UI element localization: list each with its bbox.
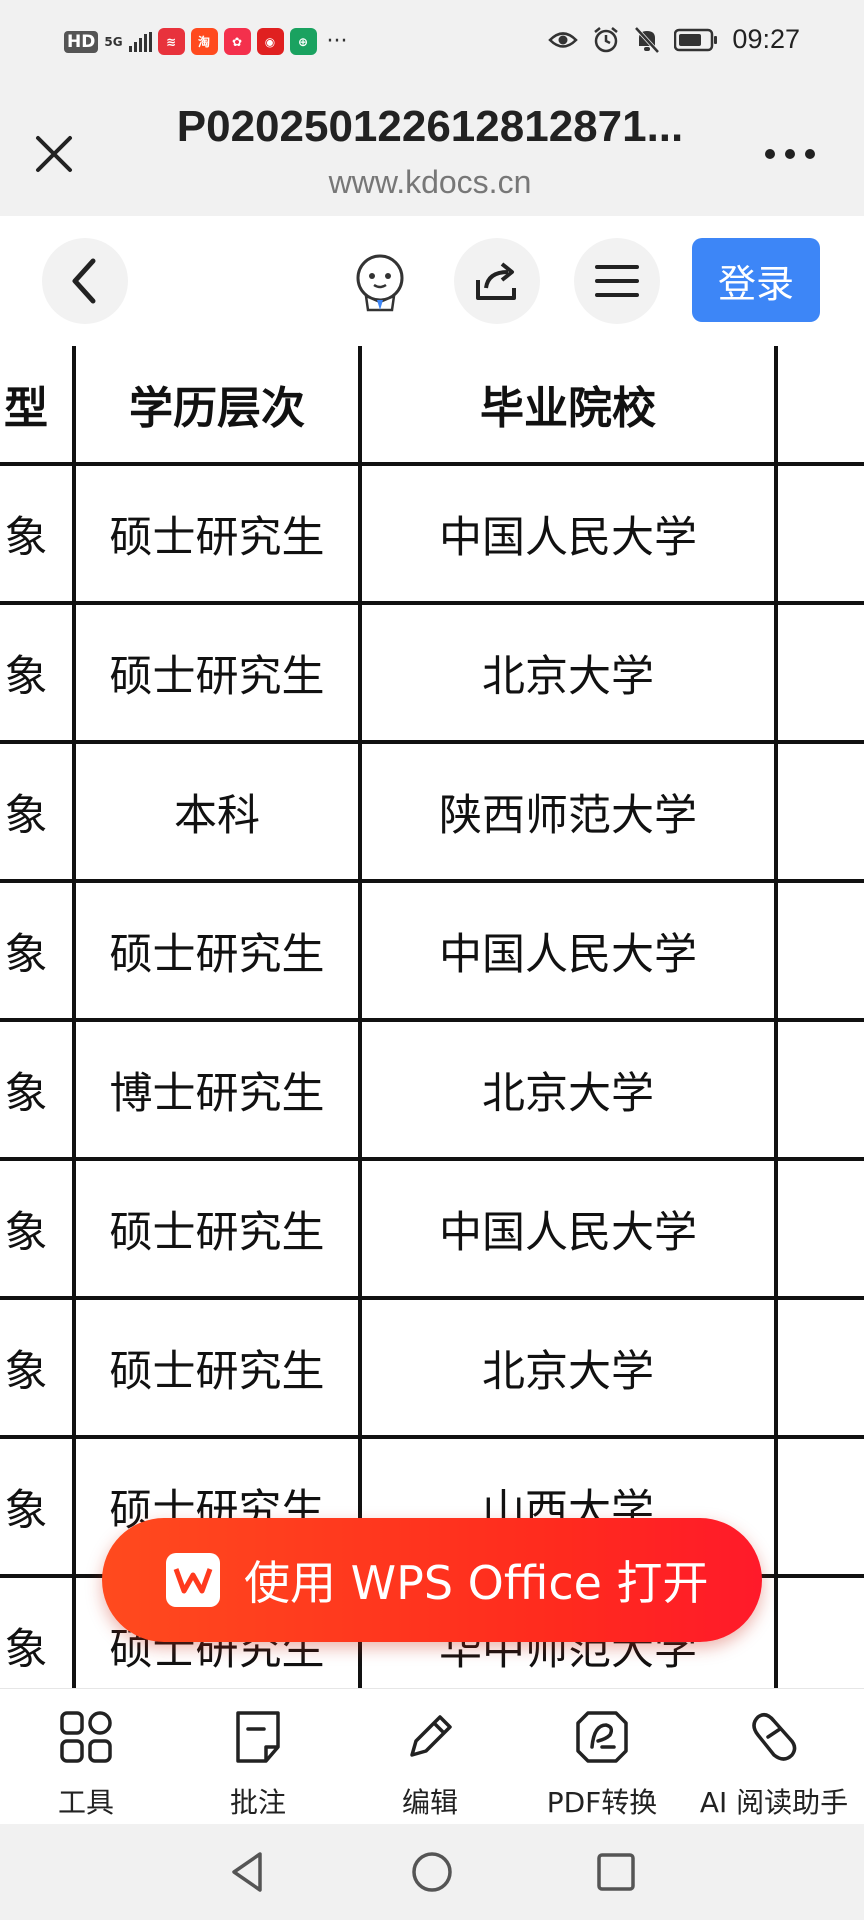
- table-cell: 象: [4, 651, 48, 702]
- table-header-cell: 型: [4, 383, 48, 434]
- app-icon-green: ⊕: [289, 28, 317, 55]
- ai-assistant-icon: [752, 1713, 797, 1761]
- table-cell: 中国人民大学: [439, 1207, 697, 1258]
- wps-logo-icon: [166, 1553, 220, 1607]
- app-icon-red: ≋: [157, 28, 185, 55]
- network-type: 5G: [104, 34, 123, 49]
- hamburger-icon: [595, 265, 639, 297]
- table-cell: 象: [4, 1346, 48, 1397]
- table-cell: 北京大学: [482, 651, 654, 702]
- page-url: www.kdocs.cn: [328, 164, 532, 200]
- status-left: HD 5G ≋ 淘 ✿ ◉ ⊕ ···: [64, 28, 348, 55]
- alarm-icon: [594, 26, 619, 52]
- mascot-icon: [356, 254, 404, 312]
- system-nav-bar: [0, 1824, 864, 1920]
- table-cell: 硕士研究生: [109, 929, 325, 980]
- login-button[interactable]: 登录: [692, 238, 820, 322]
- notification-app-icons: ≋ 淘 ✿ ◉ ⊕: [157, 28, 317, 55]
- clock: 09:27: [732, 24, 800, 54]
- more-notifications-icon: ···: [326, 29, 348, 54]
- table-cell: 象: [4, 1207, 48, 1258]
- table-cell: 博士研究生: [109, 1068, 325, 1119]
- table-cell: 本科: [174, 790, 260, 841]
- table-cell: 象: [4, 929, 48, 980]
- pencil-icon: [410, 1715, 452, 1757]
- tool-tools-label: 工具: [57, 1786, 114, 1819]
- table-cell: 硕士研究生: [109, 512, 325, 563]
- more-icon: [765, 149, 815, 159]
- document-toolbar: 登录: [0, 216, 864, 346]
- chevron-left-icon: [72, 258, 96, 304]
- page-title: P020250122612812871...: [176, 102, 684, 151]
- annotate-note-icon: [236, 1711, 280, 1763]
- tool-annotate[interactable]: 批注: [172, 1689, 344, 1825]
- table-header-cell: [778, 346, 864, 462]
- pdf-convert-icon: [576, 1711, 628, 1763]
- tool-pdf-convert-label: PDF转换: [546, 1786, 658, 1819]
- tool-pdf-convert[interactable]: PDF转换: [516, 1689, 688, 1825]
- bottom-toolbar: 工具 批注 编辑 PDF转换 AI 阅读助手: [0, 1688, 864, 1825]
- share-icon: [476, 262, 516, 300]
- browser-title-bar: P020250122612812871... www.kdocs.cn: [0, 88, 864, 216]
- back-button[interactable]: [42, 238, 128, 324]
- mute-bell-icon: [634, 26, 660, 53]
- table-cell: 象: [4, 1624, 48, 1675]
- close-button[interactable]: [28, 128, 80, 180]
- table-cell: 北京大学: [482, 1068, 654, 1119]
- table-header-cell: 毕业院校: [480, 383, 656, 434]
- table-cell: 中国人民大学: [439, 512, 697, 563]
- table-grid-line: [774, 346, 778, 1688]
- eye-comfort-icon: [548, 31, 579, 48]
- status-right: 09:27: [548, 24, 800, 55]
- taobao-icon: 淘: [190, 28, 218, 55]
- close-icon: [36, 136, 72, 172]
- tool-edit[interactable]: 编辑: [344, 1689, 516, 1825]
- table-cell: 象: [4, 790, 48, 841]
- open-in-wps-button[interactable]: 使用 WPS Office 打开: [102, 1518, 762, 1642]
- grid-tools-icon: [60, 1711, 112, 1763]
- app-icon-redcircle: ◉: [256, 28, 284, 55]
- table-cell: 硕士研究生: [109, 1346, 325, 1397]
- document-table: 型学历层次 毕业院校象硕士研究生 中国人民大学象硕士研究生 北京大学象本科 陕西师范大学…: [0, 346, 864, 1688]
- battery-icon: [674, 28, 718, 51]
- table-cell: 北京大学: [482, 1346, 654, 1397]
- table-cell: 硕士研究生: [109, 1207, 325, 1258]
- status-bar: HD 5G ≋ 淘 ✿ ◉ ⊕ ··· 09:27: [0, 0, 864, 88]
- assistant-avatar[interactable]: [348, 250, 412, 314]
- more-options-button[interactable]: [760, 128, 820, 180]
- share-button[interactable]: [454, 238, 540, 324]
- tool-ai-reading[interactable]: AI 阅读助手: [688, 1689, 860, 1825]
- table-cell: 中国人民大学: [439, 929, 697, 980]
- tool-ai-reading-label: AI 阅读助手: [699, 1786, 849, 1819]
- app-icon-pink: ✿: [223, 28, 251, 55]
- tool-edit-label: 编辑: [401, 1786, 458, 1819]
- table-cell: 象: [4, 1485, 48, 1536]
- signal-icon: [128, 31, 152, 52]
- nav-back-icon[interactable]: [222, 1846, 274, 1898]
- table-cell: 硕士研究生: [109, 651, 325, 702]
- table-cell: 陕西师范大学: [439, 790, 697, 841]
- table-cell: 象: [4, 512, 48, 563]
- table-header-cell: 学历层次: [129, 383, 305, 434]
- nav-home-icon[interactable]: [406, 1846, 458, 1898]
- table-cell: 象: [4, 1068, 48, 1119]
- nav-recents-icon[interactable]: [590, 1846, 642, 1898]
- tool-annotate-label: 批注: [229, 1786, 286, 1819]
- open-in-wps-label: 使用 WPS Office 打开: [244, 1556, 709, 1610]
- hd-badge: HD: [64, 30, 99, 53]
- tool-tools[interactable]: 工具: [0, 1689, 172, 1825]
- menu-button[interactable]: [574, 238, 660, 324]
